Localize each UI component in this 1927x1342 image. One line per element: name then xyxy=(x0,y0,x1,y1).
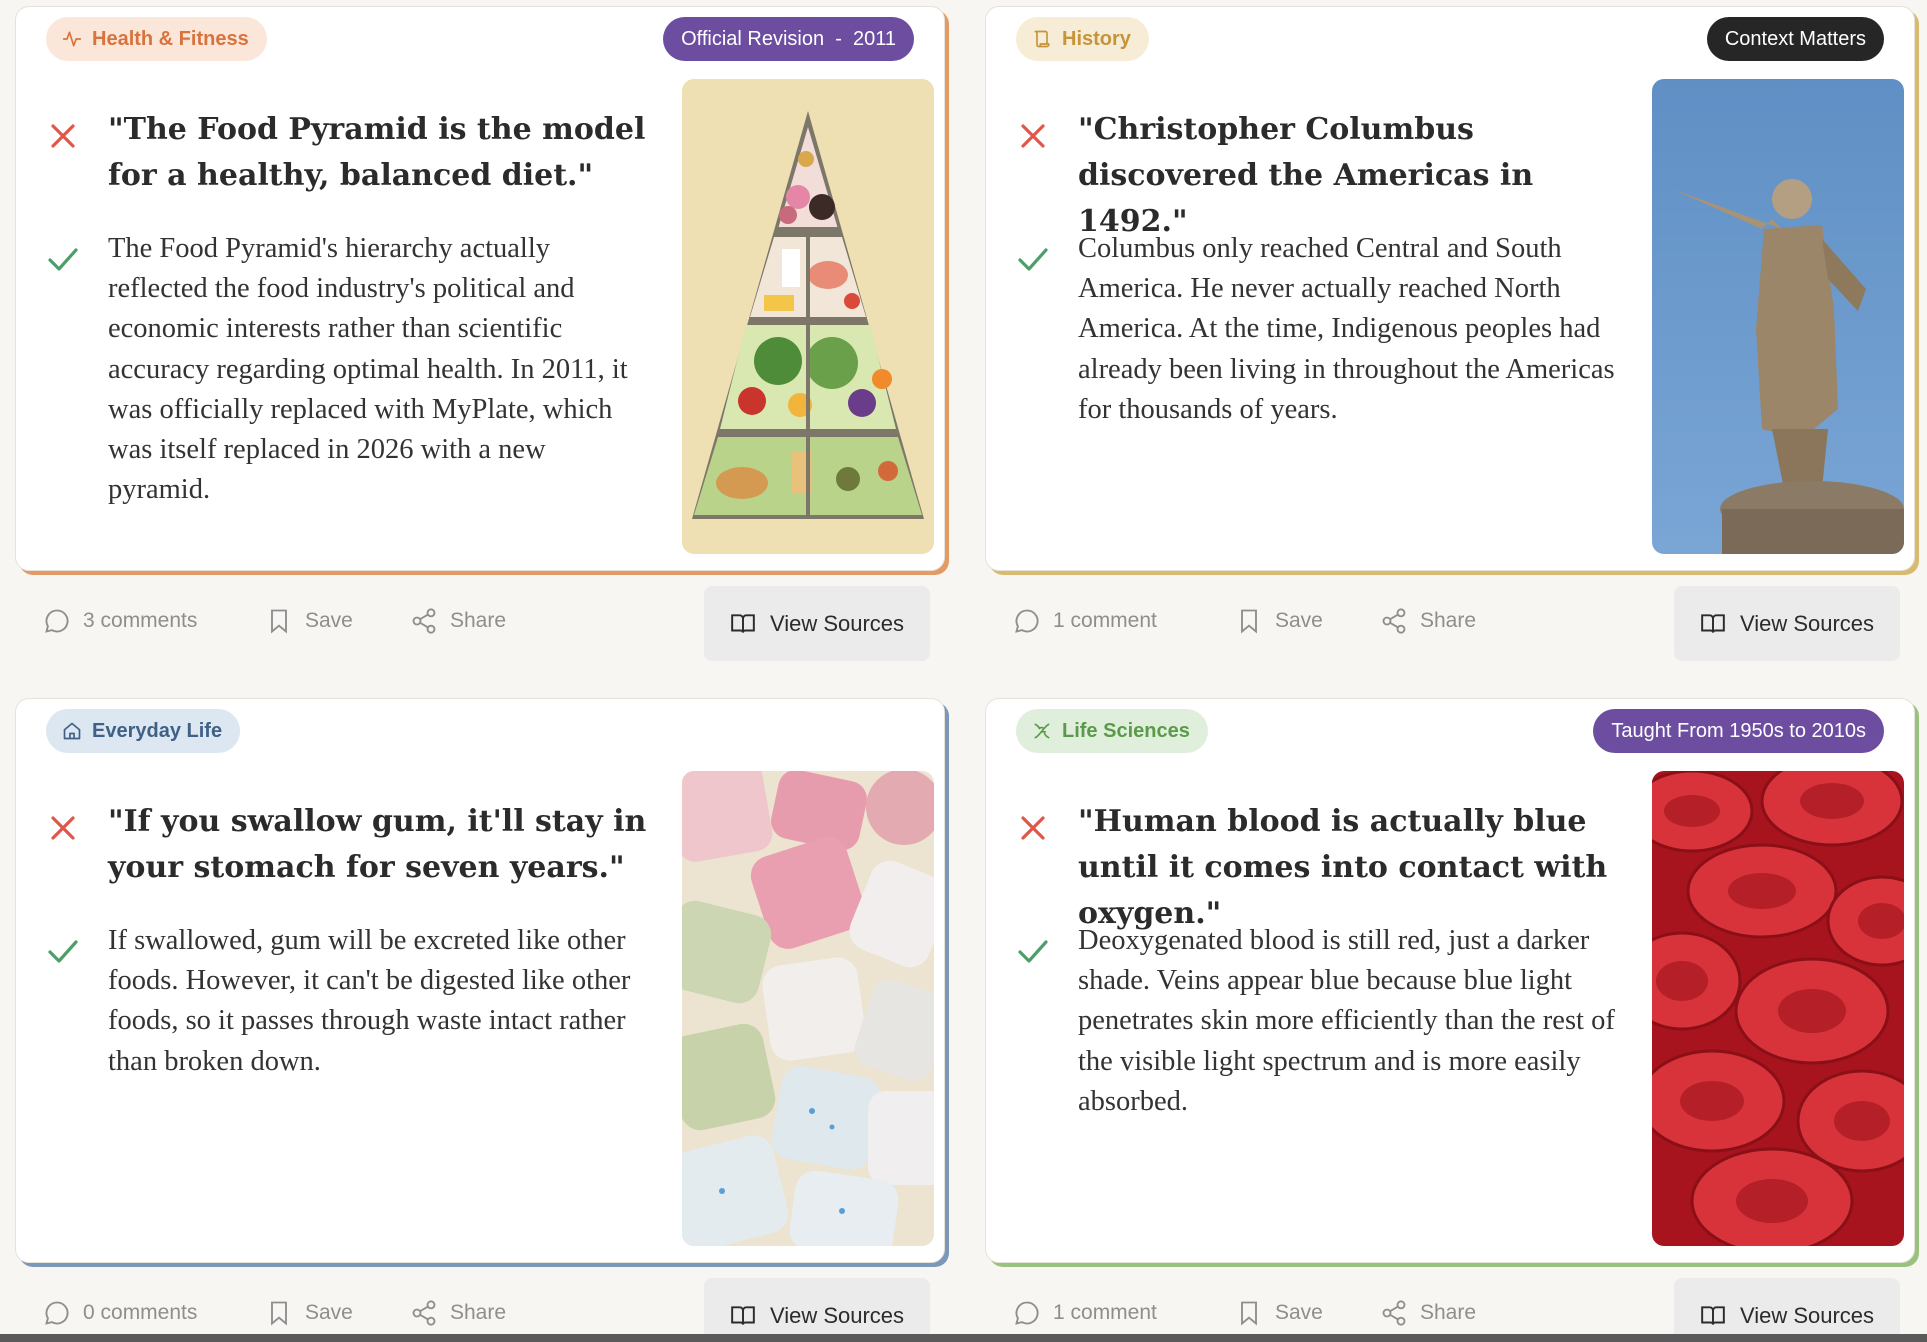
myth-statement: "The Food Pyramid is the model for a hea… xyxy=(108,112,646,193)
category-tag[interactable]: History xyxy=(1016,17,1149,61)
bookmark-icon xyxy=(1241,1301,1257,1326)
chewing-gum-image xyxy=(682,771,934,1246)
view-sources-label: View Sources xyxy=(1739,1302,1875,1328)
save-button[interactable]: Save xyxy=(265,1273,353,1342)
share-icon xyxy=(412,1300,436,1326)
comments-count: 0 comments xyxy=(83,1301,198,1324)
window-bottom-edge xyxy=(0,1334,1927,1342)
view-sources-label: View Sources xyxy=(769,610,905,636)
view-sources-label: View Sources xyxy=(769,1302,905,1328)
fact-check-icon xyxy=(1018,940,1048,963)
myth-card-blue-blood: Life Sciences Taught From 1950s to 2010s… xyxy=(985,698,1915,1342)
category-label: Everyday Life xyxy=(92,719,223,742)
card-actions: 1 comment Save Share View Sources xyxy=(985,1273,1915,1342)
comment-icon xyxy=(45,1301,69,1325)
comment-icon xyxy=(1015,609,1039,633)
card-body: Life Sciences Taught From 1950s to 2010s… xyxy=(985,698,1915,1263)
bookmark-icon xyxy=(271,1301,287,1326)
myth-statement: "Christopher Columbus discovered the Ame… xyxy=(1078,112,1534,239)
share-label: Share xyxy=(1420,609,1477,632)
myth-x-icon xyxy=(51,816,75,840)
home-icon xyxy=(63,722,81,740)
share-button[interactable]: Share xyxy=(1380,581,1476,661)
share-label: Share xyxy=(1420,1301,1477,1324)
myth-x-icon xyxy=(51,124,75,148)
fact-explanation: Deoxygenated blood is still red, just a … xyxy=(1078,925,1615,1117)
bookmark-icon xyxy=(271,609,287,634)
share-button[interactable]: Share xyxy=(410,581,506,661)
view-sources-button[interactable]: View Sources xyxy=(1674,1278,1900,1342)
fact-explanation: If swallowed, gum will be excreted like … xyxy=(108,925,631,1077)
category-tag[interactable]: Health & Fitness xyxy=(46,17,267,61)
comments-count: 1 comment xyxy=(1053,609,1157,632)
card-actions: 3 comments Save Share View Sources xyxy=(15,581,945,661)
food-pyramid-image xyxy=(682,79,934,554)
dna-icon xyxy=(1034,723,1050,739)
status-badge: Taught From 1950s to 2010s xyxy=(1593,709,1884,753)
myth-x-icon xyxy=(1021,124,1045,148)
save-button[interactable]: Save xyxy=(265,581,353,661)
fact-check-icon xyxy=(1018,248,1048,271)
book-open-icon xyxy=(1701,613,1725,633)
activity-icon xyxy=(62,31,82,47)
status-badge: Context Matters xyxy=(1706,17,1884,61)
save-label: Save xyxy=(1275,609,1323,632)
myth-x-icon xyxy=(1021,816,1045,840)
save-button[interactable]: Save xyxy=(1235,581,1323,661)
save-label: Save xyxy=(305,609,353,632)
card-body: History Context Matters "Christopher Col… xyxy=(985,6,1915,571)
myth-card-grid: Health & Fitness Official Revision - 201… xyxy=(0,0,1927,1342)
myth-statement: "Human blood is actually blue until it c… xyxy=(1078,804,1608,931)
card-actions: 0 comments Save Share View Sources xyxy=(15,1273,945,1342)
category-tag[interactable]: Life Sciences xyxy=(1016,709,1208,753)
share-icon xyxy=(412,608,436,634)
comment-icon xyxy=(45,609,69,633)
share-label: Share xyxy=(450,1301,507,1324)
card-body: Health & Fitness Official Revision - 201… xyxy=(15,6,945,571)
bookmark-icon xyxy=(1241,609,1257,634)
card-body: Everyday Life "If you swallow gum, it'll… xyxy=(15,698,945,1263)
view-sources-label: View Sources xyxy=(1739,610,1875,636)
scroll-icon xyxy=(1034,30,1050,48)
view-sources-button[interactable]: View Sources xyxy=(704,586,930,661)
category-tag[interactable]: Everyday Life xyxy=(46,709,241,753)
comments-button[interactable]: 0 comments xyxy=(43,1273,197,1342)
myth-card-columbus: History Context Matters "Christopher Col… xyxy=(985,6,1915,661)
comments-count: 1 comment xyxy=(1053,1301,1157,1324)
share-icon xyxy=(1382,608,1406,634)
red-blood-cells-image xyxy=(1652,771,1904,1246)
myth-card-swallowed-gum: Everyday Life "If you swallow gum, it'll… xyxy=(15,698,945,1342)
myth-statement: "If you swallow gum, it'll stay in your … xyxy=(108,804,647,885)
comments-count: 3 comments xyxy=(83,609,198,632)
comments-button[interactable]: 3 comments xyxy=(43,581,197,661)
fact-check-icon xyxy=(48,248,78,271)
share-label: Share xyxy=(450,609,507,632)
book-open-icon xyxy=(731,1305,755,1325)
comments-button[interactable]: 1 comment xyxy=(1013,1273,1157,1342)
share-button[interactable]: Share xyxy=(1380,1273,1476,1342)
fact-check-icon xyxy=(48,940,78,963)
save-label: Save xyxy=(305,1301,353,1324)
save-label: Save xyxy=(1275,1301,1323,1324)
card-actions: 1 comment Save Share View Sources xyxy=(985,581,1915,661)
book-open-icon xyxy=(1701,1305,1725,1325)
category-label: History xyxy=(1062,27,1131,50)
save-button[interactable]: Save xyxy=(1235,1273,1323,1342)
category-label: Life Sciences xyxy=(1062,719,1190,742)
fact-explanation: Columbus only reached Central and South … xyxy=(1078,233,1615,425)
comment-icon xyxy=(1015,1301,1039,1325)
view-sources-button[interactable]: View Sources xyxy=(1674,586,1900,661)
status-badge: Official Revision - 2011 xyxy=(663,17,914,61)
share-button[interactable]: Share xyxy=(410,1273,506,1342)
myth-card-food-pyramid: Health & Fitness Official Revision - 201… xyxy=(15,6,945,661)
share-icon xyxy=(1382,1300,1406,1326)
columbus-statue-image xyxy=(1652,79,1904,554)
book-open-icon xyxy=(731,613,755,633)
category-label: Health & Fitness xyxy=(92,27,249,50)
view-sources-button[interactable]: View Sources xyxy=(704,1278,930,1342)
fact-explanation: The Food Pyramid's hierarchy actually re… xyxy=(108,233,628,506)
comments-button[interactable]: 1 comment xyxy=(1013,581,1157,661)
